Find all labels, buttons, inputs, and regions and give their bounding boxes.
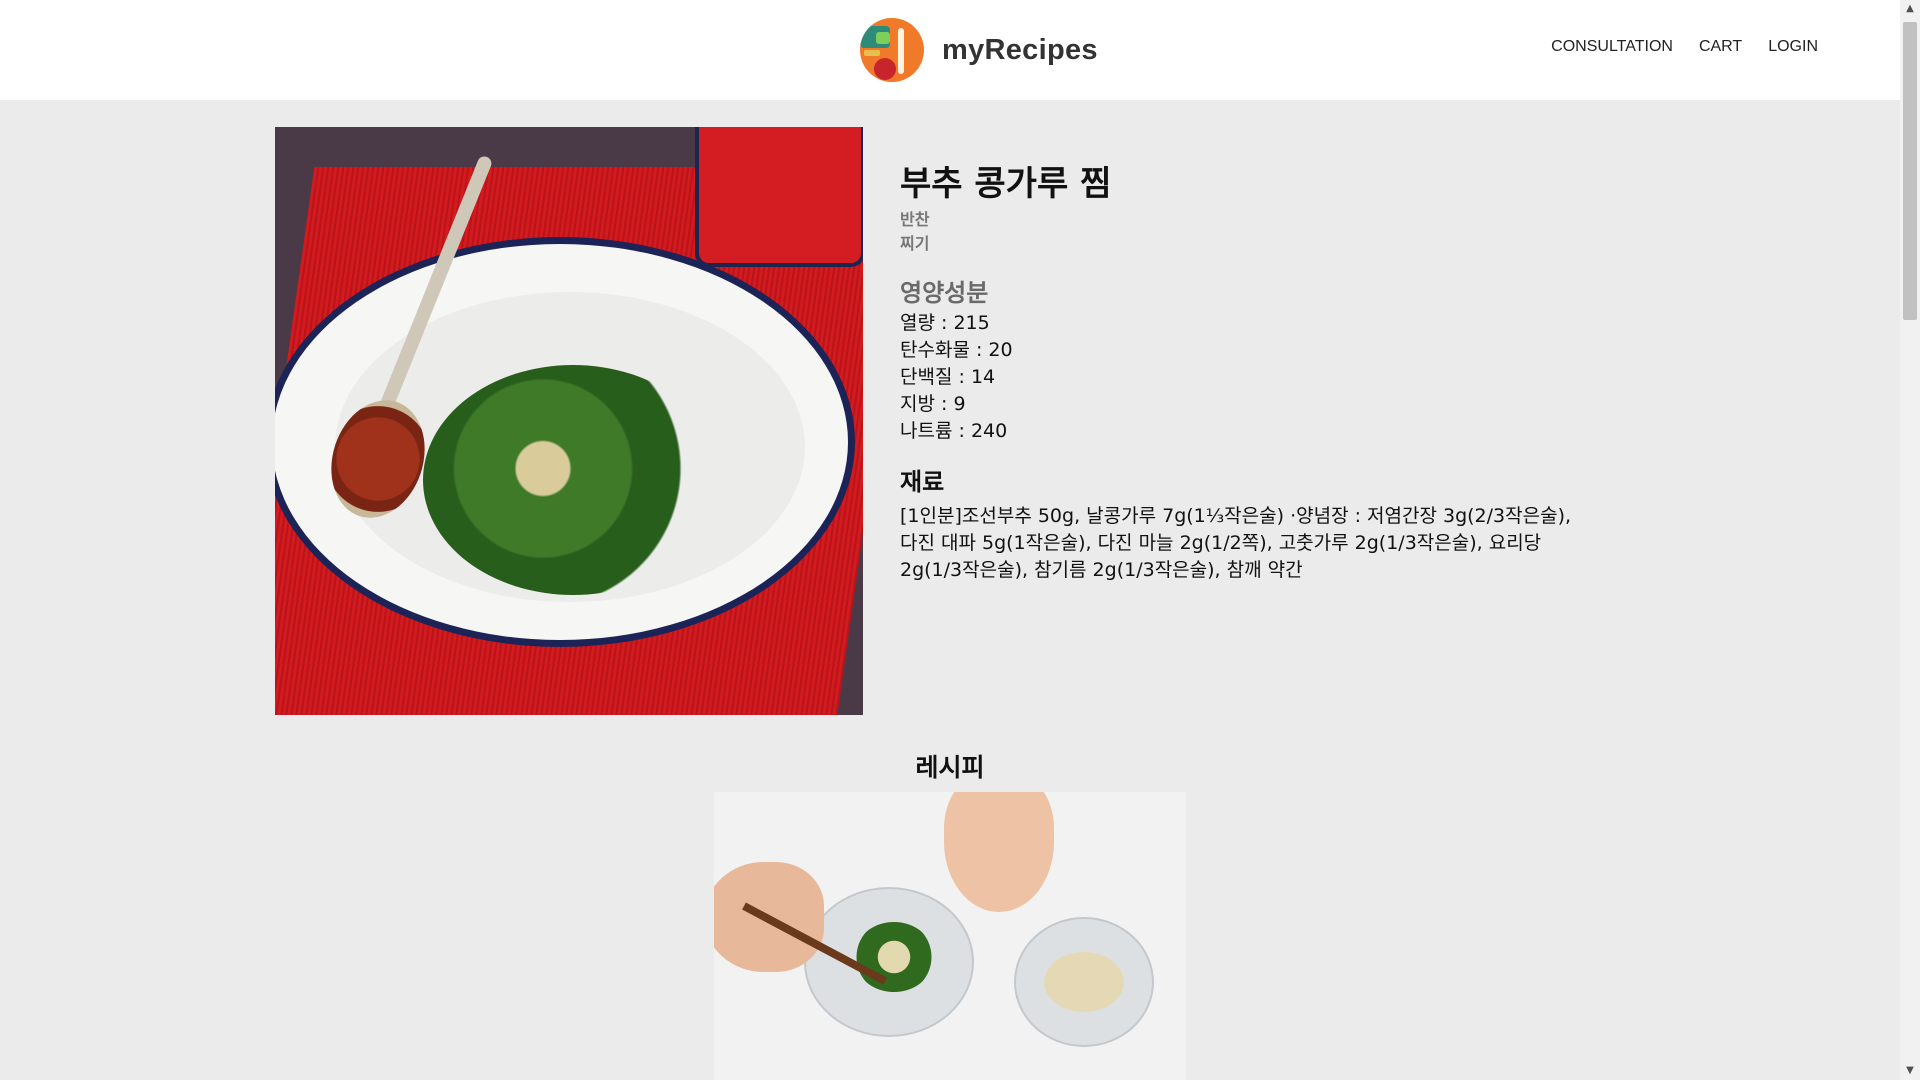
nutrition-item: 단백질 : 14 <box>900 366 996 388</box>
nav-cart[interactable]: CART <box>1699 38 1742 56</box>
nav-login[interactable]: LOGIN <box>1768 38 1818 56</box>
logo-icon <box>860 18 924 82</box>
scrollbar[interactable]: ▲ ▼ <box>1900 0 1920 1080</box>
recipe-steps-heading: 레시피 <box>915 753 985 782</box>
brand-name: myRecipes <box>942 33 1098 66</box>
site-header: myRecipes CONSULTATION CART LOGIN <box>0 0 1900 100</box>
recipe-main-image <box>275 127 863 715</box>
recipe-step-image <box>714 792 1186 1080</box>
recipe-title: 부추 콩가루 찜 <box>900 164 1112 204</box>
ingredients-text: [1인분]조선부추 50g, 날콩가루 7g(1⅓작은술) ·양념장 : 저염간… <box>900 505 1572 581</box>
nav-consultation[interactable]: CONSULTATION <box>1551 38 1673 56</box>
recipe-method: 찌기 <box>900 234 930 253</box>
scroll-down-icon[interactable]: ▼ <box>1900 1062 1920 1080</box>
nutrition-item: 나트륨 : 240 <box>900 420 1008 442</box>
nutrition-item: 탄수화물 : 20 <box>900 339 1013 361</box>
scroll-up-icon[interactable]: ▲ <box>1900 0 1920 18</box>
nutrition-item: 열량 : 215 <box>900 312 990 334</box>
main-nav: CONSULTATION CART LOGIN <box>1551 38 1818 56</box>
recipe-category: 반찬 <box>900 210 930 229</box>
scrollbar-thumb[interactable] <box>1903 22 1917 320</box>
recipe-info: 부추 콩가루 찜 반찬 찌기 영양성분 열량 : 215 탄수화물 : 20 단… <box>900 160 1580 584</box>
nutrition-item: 지방 : 9 <box>900 393 966 415</box>
nutrition-heading: 영양성분 <box>900 279 989 307</box>
ingredients-heading: 재료 <box>900 468 945 496</box>
brand[interactable]: myRecipes <box>860 18 1098 82</box>
nutrition-list: 열량 : 215 탄수화물 : 20 단백질 : 14 지방 : 9 나트륨 :… <box>900 310 1580 445</box>
